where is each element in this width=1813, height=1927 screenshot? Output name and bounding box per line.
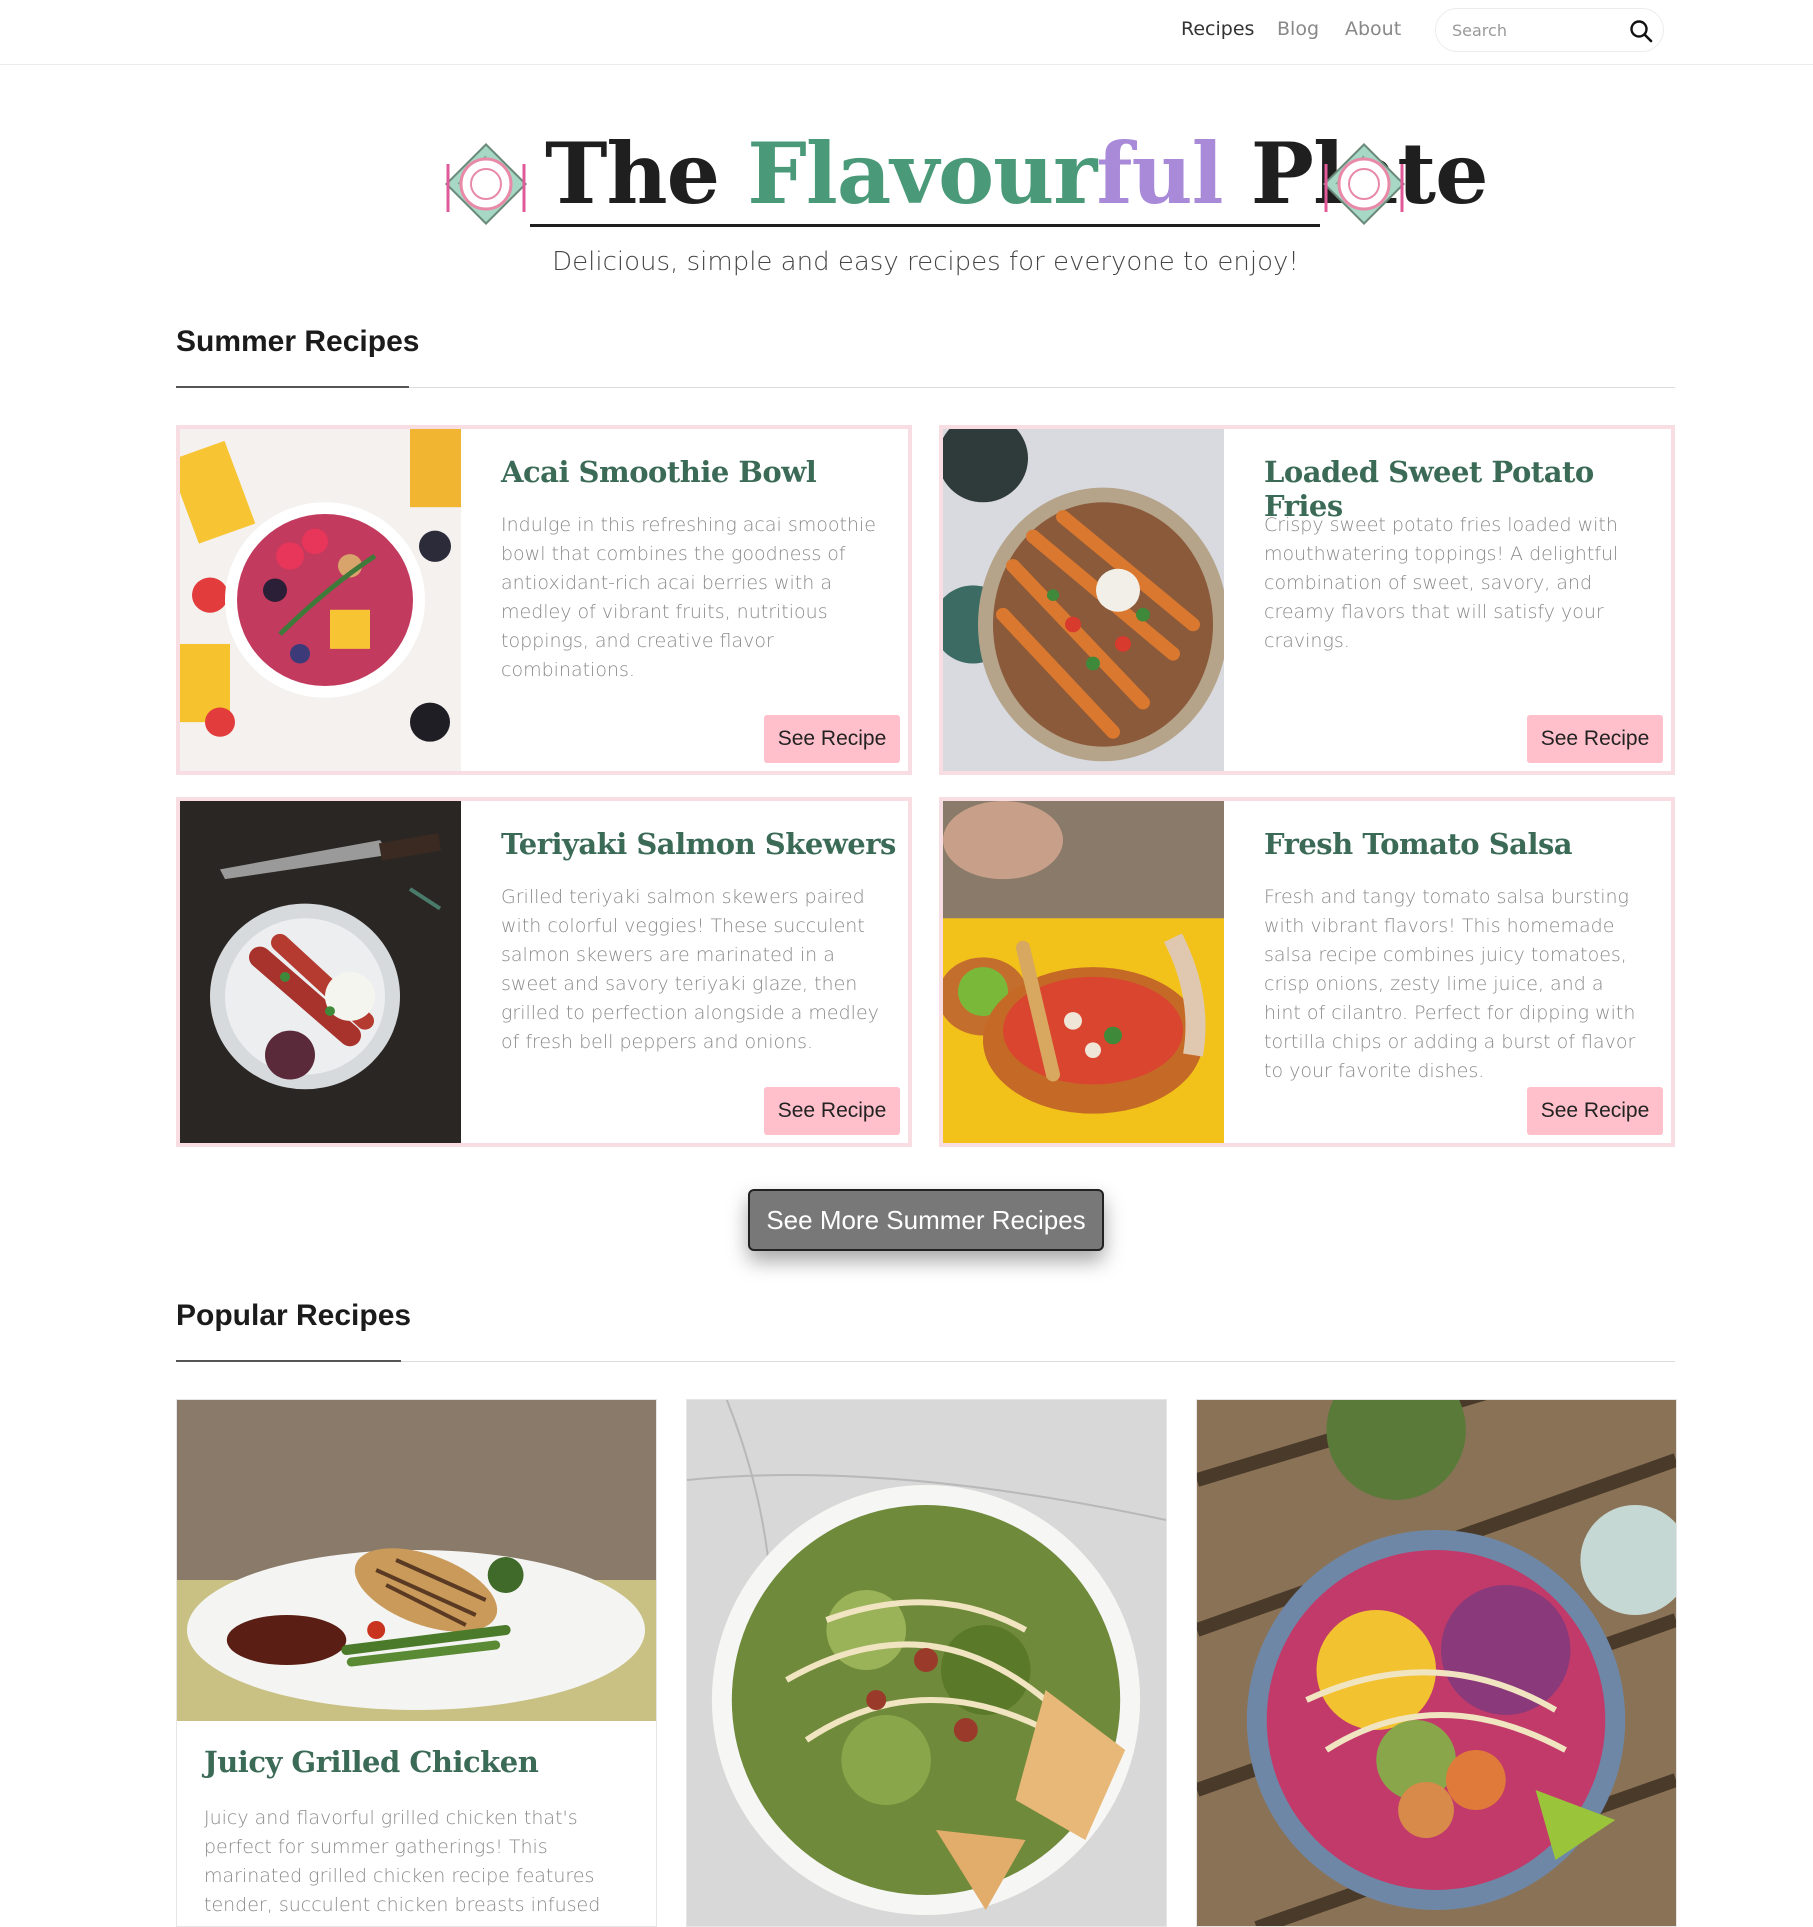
nav-link-recipes[interactable]: Recipes <box>1181 18 1254 40</box>
recipe-image[interactable] <box>943 801 1224 1143</box>
recipe-description: Crispy sweet potato fries loaded with mo… <box>1264 514 1619 652</box>
tagline: Delicious, simple and easy recipes for e… <box>552 247 1299 277</box>
recipe-title[interactable]: Acai Smoothie Bowl <box>501 455 817 489</box>
logo-underline <box>530 224 1320 227</box>
popular-recipe-card <box>686 1399 1167 1927</box>
see-recipe-button[interactable]: See Recipe <box>764 715 900 763</box>
see-recipe-button[interactable]: See Recipe <box>1527 1087 1663 1135</box>
recipe-image[interactable] <box>177 1400 656 1721</box>
recipe-card: Fresh Tomato Salsa Fresh and tangy tomat… <box>939 797 1675 1147</box>
section-divider-accent <box>176 1360 401 1362</box>
recipe-image[interactable] <box>943 429 1224 771</box>
see-recipe-button[interactable]: See Recipe <box>1527 715 1663 763</box>
logo-title: The Flavourful Plate <box>545 128 1489 220</box>
top-navbar: Recipes Blog About <box>0 0 1813 65</box>
section-divider-accent <box>176 386 409 388</box>
recipe-card: Loaded Sweet Potato Fries Crispy sweet p… <box>939 425 1675 775</box>
see-recipe-button[interactable]: See Recipe <box>764 1087 900 1135</box>
recipe-title[interactable]: Fresh Tomato Salsa <box>1264 827 1573 861</box>
site-logo[interactable]: The Flavourful Plate <box>430 128 1489 238</box>
recipe-description: Indulge in this refreshing acai smoothie… <box>501 514 876 681</box>
popular-recipe-card: Juicy Grilled Chicken Juicy and flavorfu… <box>176 1399 657 1927</box>
recipe-image[interactable] <box>687 1400 1166 1926</box>
logo-word-flavour: Flavour <box>747 124 1097 223</box>
recipe-description: Fresh and tangy tomato salsa bursting wi… <box>1264 886 1636 1082</box>
recipe-card: Acai Smoothie Bowl Indulge in this refre… <box>176 425 912 775</box>
recipe-image[interactable] <box>180 801 461 1143</box>
nav-link-about[interactable]: About <box>1345 18 1401 40</box>
recipe-card: Teriyaki Salmon Skewers Grilled teriyaki… <box>176 797 912 1147</box>
recipe-description: Grilled teriyaki salmon skewers paired w… <box>501 886 879 1053</box>
see-more-summer-button[interactable]: See More Summer Recipes <box>748 1189 1104 1251</box>
recipe-description: Juicy and flavorful grilled chicken that… <box>204 1807 601 1926</box>
search-icon[interactable] <box>1628 18 1654 44</box>
logo-word-the: The <box>545 124 720 223</box>
nav-link-blog[interactable]: Blog <box>1277 18 1319 40</box>
section-title-summer: Summer Recipes <box>176 325 420 358</box>
recipe-image[interactable] <box>1197 1400 1676 1926</box>
recipe-image[interactable] <box>180 429 461 771</box>
search-input[interactable] <box>1452 17 1622 43</box>
search-box <box>1435 8 1664 52</box>
section-title-popular: Popular Recipes <box>176 1299 412 1332</box>
recipe-title[interactable]: Teriyaki Salmon Skewers <box>501 827 896 861</box>
logo-word-ful: ful <box>1096 124 1223 223</box>
recipe-title[interactable]: Juicy Grilled Chicken <box>204 1745 539 1779</box>
plate-icon <box>444 142 528 226</box>
plate-icon <box>1322 142 1406 226</box>
popular-recipe-card <box>1196 1399 1677 1927</box>
